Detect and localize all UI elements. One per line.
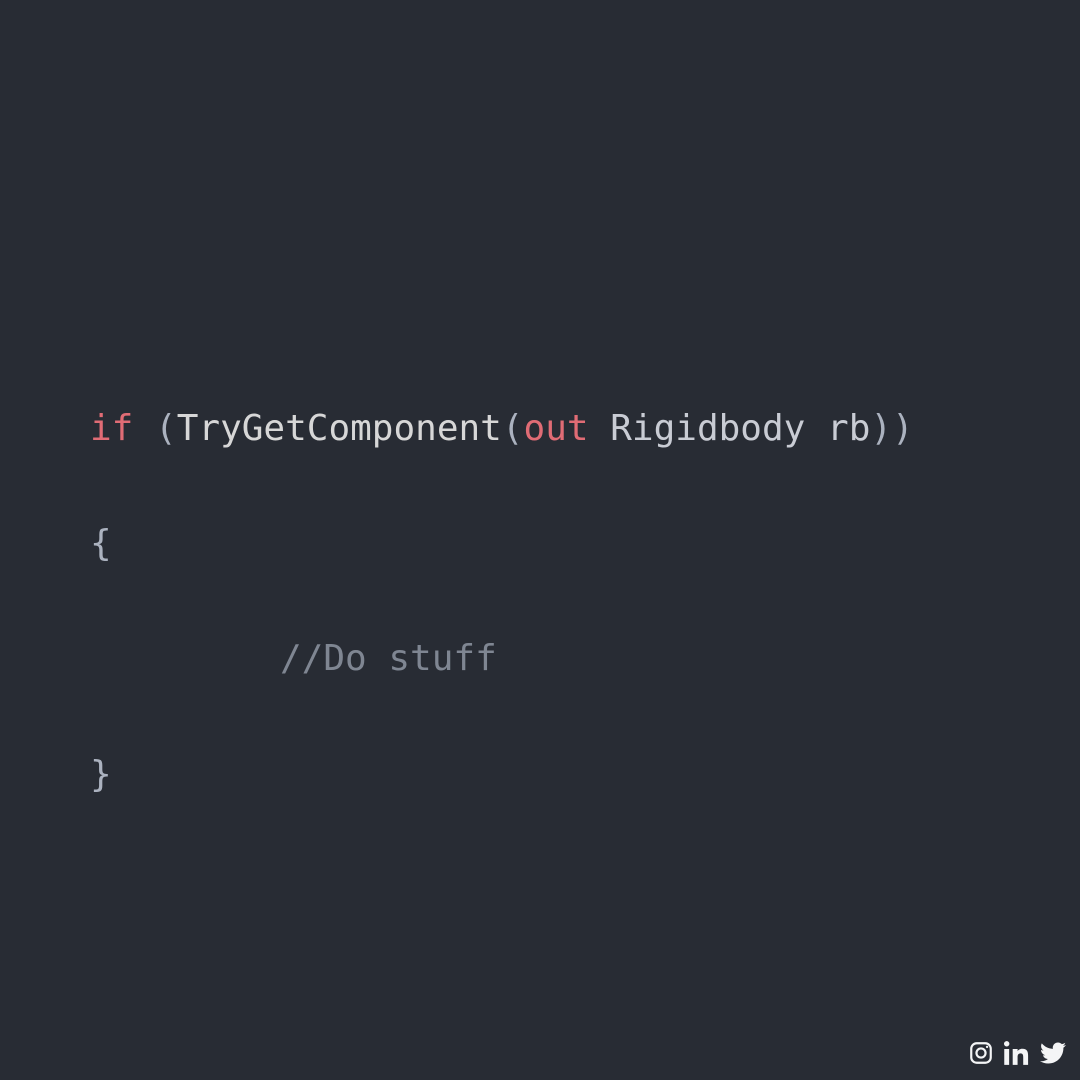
code-snippet: if (TryGetComponent(out Rigidbody rb)) {… xyxy=(90,400,914,803)
comment: //Do stuff xyxy=(280,638,497,679)
fn-name: TryGetComponent xyxy=(177,408,502,449)
keyword-out: out xyxy=(524,408,589,449)
brace-open: { xyxy=(90,523,112,564)
code-line-3: //Do stuff xyxy=(90,630,914,688)
var-name: rb xyxy=(827,408,870,449)
twitter-icon[interactable] xyxy=(1040,1040,1066,1070)
instagram-icon[interactable] xyxy=(968,1040,994,1070)
code-line-2: { xyxy=(90,515,914,573)
type-name: Rigidbody xyxy=(610,408,805,449)
linkedin-icon[interactable] xyxy=(1004,1040,1030,1070)
brace-close: } xyxy=(90,754,112,795)
social-icons xyxy=(968,1040,1066,1070)
paren-close: )) xyxy=(870,408,913,449)
space xyxy=(805,408,827,449)
paren-open: ( xyxy=(155,408,177,449)
code-line-1: if (TryGetComponent(out Rigidbody rb)) xyxy=(90,400,914,458)
space xyxy=(589,408,611,449)
paren-open-2: ( xyxy=(502,408,524,449)
space xyxy=(133,408,155,449)
keyword-if: if xyxy=(90,408,133,449)
code-line-4: } xyxy=(90,746,914,804)
